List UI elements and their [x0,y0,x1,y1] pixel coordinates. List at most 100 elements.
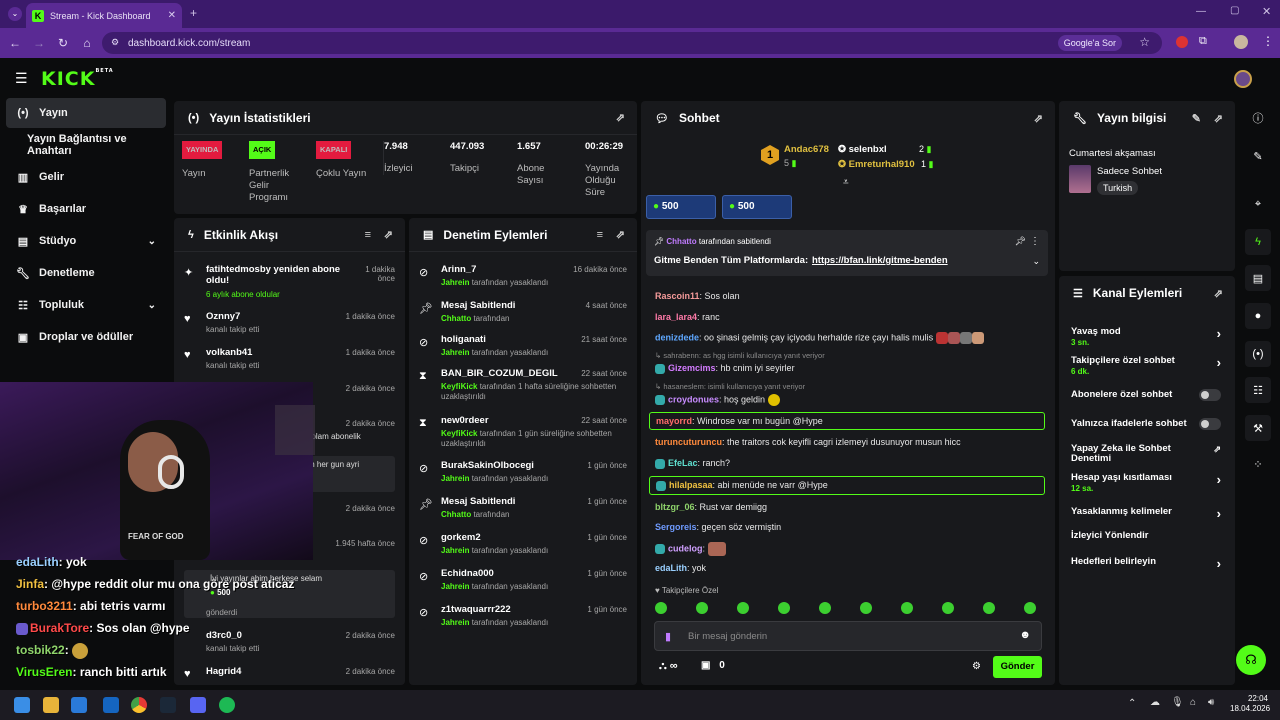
emote-icon[interactable] [901,602,913,614]
leader-name[interactable]: ✪ selenbxl [838,144,887,155]
tray-chevron-icon[interactable]: ⌃ [1128,698,1136,709]
chat-message[interactable]: Gizemcims: hb cnim iyi seyirler [655,363,795,374]
kick-logo[interactable]: KICKBETA [41,68,114,90]
focus-icon[interactable]: ⌖ [1245,191,1271,217]
moderation-item[interactable]: ⊘ holiganati Jahrein tarafından yasaklandı… [419,332,627,368]
filter-icon[interactable]: ≡ [597,229,603,241]
emote-icon[interactable] [778,602,790,614]
channel-action-item[interactable]: Yapay Zeka ile Sohbet Denetimi ⇗ [1071,444,1221,464]
emote-icon[interactable] [942,602,954,614]
chat-message[interactable]: lara_lara4: ranc [655,312,720,322]
moderation-item[interactable]: 📌︎ Mesaj Sabitlendi Chhatto tarafından 4 sa… [419,298,627,334]
popout-icon[interactable]: ⇗ [616,111,625,124]
sidebar-item-yayin[interactable]: (•) Yayın [6,98,166,128]
unpin-icon[interactable]: 📌︎ [1015,236,1026,247]
channel-action-item[interactable]: Abonelere özel sohbet [1071,389,1221,401]
browser-tab[interactable]: K Stream - Kick Dashboard ✕ [26,3,182,28]
microphone-icon[interactable]: 🎙︎ [1171,697,1184,708]
volume-icon[interactable]: 🔊︎ [1208,697,1214,708]
chat-input[interactable]: ▮ Bir mesaj gönderin ☻ [654,621,1042,651]
spotify-icon[interactable] [219,697,235,713]
windows-start-icon[interactable] [14,697,30,713]
chat-message[interactable]: mayorrd: Windrose var mı bugün @Hype [649,412,1045,430]
popout-icon[interactable]: ⇗ [1214,112,1223,125]
moderation-item[interactable]: ⊘ BurakSakinOlbocegi Jahrein tarafından ya… [419,458,627,494]
sidebar-item-stream-key[interactable]: Yayın Bağlantısı ve Anahtarı [6,130,172,160]
chat-message[interactable]: Sergoreis: geçen söz vermiştin [655,522,781,532]
send-button[interactable]: Gönder [993,656,1042,678]
gift-card[interactable]: ● 500 [722,195,792,219]
outlook-icon[interactable] [103,697,119,713]
chat-message[interactable]: turuncuturuncu: the traitors cok keyifli… [655,437,961,447]
chat-message[interactable]: cudelog: [655,542,726,556]
minimize-icon[interactable]: — [1196,6,1206,17]
channel-action-item[interactable]: Takipçilere özel sohbet 6 dk. › [1071,355,1221,376]
channel-action-item[interactable]: Yalnızca ifadelerle sohbet [1071,418,1221,430]
moderation-item[interactable]: 📌︎ Mesaj Sabitlendi Chhatto tarafından 1 gü… [419,494,627,530]
popout-icon[interactable]: ⇗ [1214,287,1223,300]
more-options-icon[interactable]: ⋮ [1030,236,1040,247]
chrome-icon[interactable] [131,697,147,713]
chevron-down-icon[interactable]: ⌄ [1032,256,1040,267]
emote-icon[interactable] [1024,602,1036,614]
pinned-link[interactable]: https://bfan.link/gitme-benden [812,255,948,266]
expand-leaderboard-icon[interactable]: ⩡ [843,177,849,188]
sidebar-item-studyo[interactable]: ▤ Stüdyo ⌄ [6,226,166,256]
leader-name[interactable]: ✪ Emreturhal910 [838,159,915,170]
back-icon[interactable]: ← [3,36,27,50]
tab-list-icon[interactable]: ⌄ [8,7,22,21]
chat-message[interactable]: croydonues: hoş geldin [655,394,780,406]
slow-mode-indicator[interactable]: ⛬ ∞ [659,660,678,673]
channel-action-item[interactable]: Hesap yaşı kısıtlaması 12 sa. › [1071,472,1221,493]
profile-avatar[interactable] [1234,35,1248,49]
discord-icon[interactable] [190,697,206,713]
moderation-item[interactable]: ⊘ Echidna000 Jahrein tarafından yasaklandı… [419,566,627,602]
browser-menu-icon[interactable]: ⋮ [1262,34,1274,48]
chat-message[interactable]: denizdede: oo şinasi gelmiş çay içiyodu … [655,332,984,344]
sidebar-item-gelir[interactable]: ▥ Gelir [6,162,166,192]
wrench-icon[interactable]: ⚒ [1245,415,1271,441]
filter-icon[interactable]: ≡ [365,229,371,241]
emote-icon[interactable] [860,602,872,614]
chat-message[interactable]: hilalpasaa: abi menüde ne varr @Hype [649,476,1045,495]
bookmark-star-icon[interactable]: ☆ [1139,35,1150,49]
toggle-switch[interactable] [1199,418,1221,430]
channel-action-item[interactable]: Hedefleri belirleyin › [1071,556,1221,571]
moderation-item[interactable]: ⊘ z1twaquarrr222 Jahrein tarafından yasakl… [419,602,627,638]
network-icon[interactable]: ⌂ [1190,697,1196,708]
channel-action-item[interactable]: İzleyici Yönlendir [1071,530,1221,541]
channel-action-item[interactable]: Yavaş mod 3 sn. › [1071,326,1221,347]
user-avatar[interactable] [1234,70,1252,88]
url-field[interactable]: ⚙ dashboard.kick.com/stream Google'a Sor… [102,32,1162,54]
extension-icon[interactable] [1176,36,1188,48]
popout-icon[interactable]: ⇗ [1034,112,1043,125]
chat-message[interactable]: bltzgr_06: Rust var demiigg [655,502,767,512]
close-tab-icon[interactable]: ✕ [168,10,176,21]
edit-icon[interactable]: ✎ [1192,112,1201,125]
apps-icon[interactable]: ⁘ [1245,451,1271,477]
file-explorer-icon[interactable] [43,697,59,713]
popout-icon[interactable]: ⇗ [616,228,625,241]
support-headset-icon[interactable]: ☊ [1236,645,1266,675]
reload-icon[interactable]: ↻ [51,36,75,50]
broadcast-icon[interactable]: (•) [1245,341,1271,367]
sidebar-item-topluluk[interactable]: ☷ Topluluk ⌄ [6,290,166,320]
emote-icon[interactable] [737,602,749,614]
mic-icon[interactable]: ▮ [665,630,671,643]
steam-icon[interactable] [160,697,176,713]
maximize-icon[interactable]: ▢ [1230,5,1239,16]
forward-icon[interactable]: → [27,36,51,50]
chat-message[interactable]: edaLith: yok [655,563,706,573]
emote-icon[interactable] [983,602,995,614]
home-icon[interactable]: ⌂ [75,36,99,50]
clock[interactable]: 22:04 18.04.2026 [1230,694,1270,714]
edit-icon[interactable]: ✎ [1245,143,1271,169]
chat-message[interactable]: ↳ sahrabenn: as hgg isimli kullanıcıya y… [655,351,825,360]
emote-icon[interactable] [696,602,708,614]
moderation-item[interactable]: ⊘ Arinn_7 Jahrein tarafından yasaklandı 16 … [419,262,627,298]
extensions-puzzle-icon[interactable]: ⧉ [1199,35,1207,48]
google-ask-button[interactable]: Google'a Sor [1057,35,1122,51]
moderation-item[interactable]: ⧗ new0rdeer KeyfiKick tarafından 1 gün sür… [419,413,627,449]
emote-icon[interactable] [655,602,667,614]
document-icon[interactable]: ▤ [1245,265,1271,291]
